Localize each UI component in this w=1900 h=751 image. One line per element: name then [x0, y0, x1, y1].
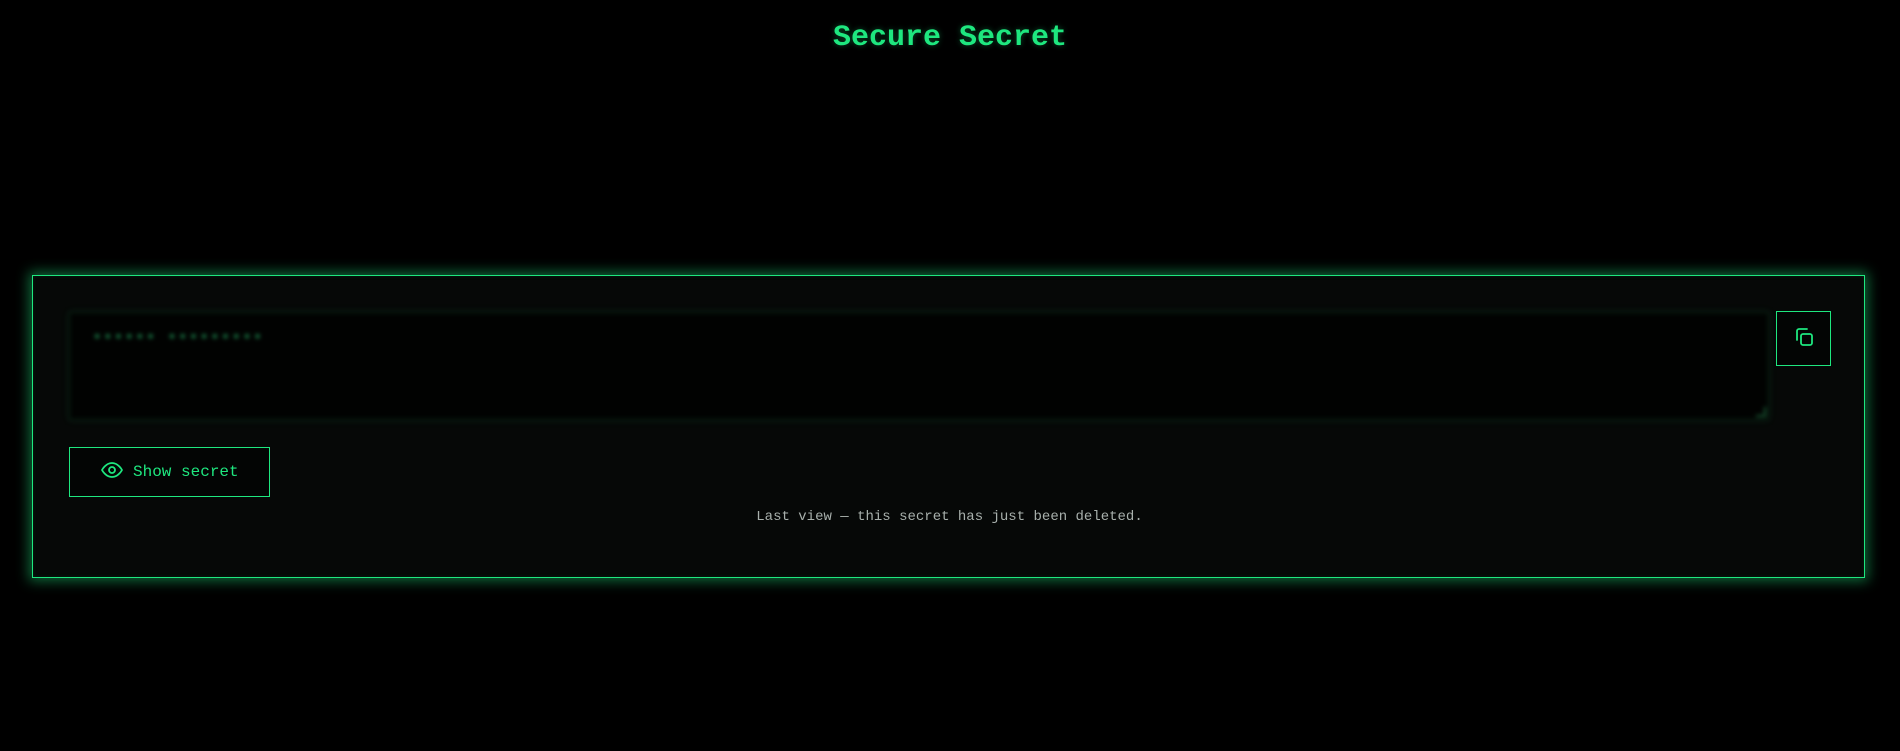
secret-textarea[interactable]: •••••• ••••••••• — [69, 312, 1769, 420]
show-secret-button[interactable]: Show secret — [69, 447, 270, 497]
status-message: Last view — this secret has just been de… — [756, 509, 1143, 525]
show-secret-label: Show secret — [133, 463, 239, 481]
copy-icon — [1792, 325, 1816, 353]
page-title: Secure Secret — [832, 21, 1068, 55]
resize-handle[interactable] — [1756, 407, 1766, 417]
secret-card: •••••• ••••••••• Show secret Last view —… — [32, 275, 1865, 578]
copy-button[interactable] — [1776, 311, 1831, 366]
secret-value-blurred: •••••• ••••••••• — [92, 329, 264, 348]
eye-icon — [100, 458, 133, 486]
page: Secure Secret •••••• ••••••••• Show secr… — [0, 0, 1900, 751]
